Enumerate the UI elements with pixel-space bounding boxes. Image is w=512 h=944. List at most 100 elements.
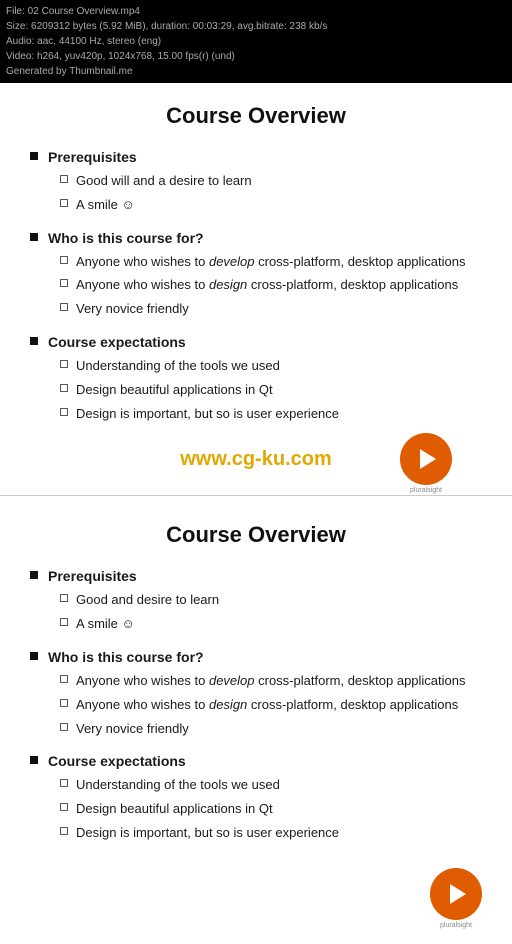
section-who-2: Who is this course for? Anyone who wishe… — [30, 649, 482, 739]
expectations-2-items: Understanding of the tools we used Desig… — [30, 775, 482, 843]
bullet-square-icon — [30, 652, 38, 660]
list-item: Very novice friendly — [60, 299, 482, 320]
list-item: A smile ☺ — [60, 195, 482, 216]
prerequisites-1-items: Good will and a desire to learn A smile … — [30, 171, 482, 216]
sub-bullet-icon — [60, 723, 68, 731]
sub-bullet-icon — [60, 675, 68, 683]
list-item: A smile ☺ — [60, 614, 482, 635]
play-triangle-icon — [420, 449, 436, 469]
section-expectations-1-header: Course expectations — [30, 334, 482, 350]
panel-divider — [0, 495, 512, 496]
list-item: Design beautiful applications in Qt — [60, 380, 482, 401]
bullet-square-icon — [30, 756, 38, 764]
who-2-item-1: Anyone who wishes to develop cross-platf… — [76, 671, 466, 692]
list-item: Anyone who wishes to develop cross-platf… — [60, 671, 482, 692]
expect-1-item-2: Design beautiful applications in Qt — [76, 380, 273, 401]
play-button-icon — [400, 433, 452, 485]
sub-bullet-icon — [60, 408, 68, 416]
logo-section-2: pluralsight — [30, 858, 482, 934]
list-item: Very novice friendly — [60, 719, 482, 740]
pluralsight-label-2: pluralsight — [430, 922, 482, 929]
list-item: Good and desire to learn — [60, 590, 482, 611]
bullet-square-icon — [30, 337, 38, 345]
who-1-item-1: Anyone who wishes to develop cross-platf… — [76, 252, 466, 273]
sub-bullet-icon — [60, 256, 68, 264]
who-1-item-3: Very novice friendly — [76, 299, 189, 320]
expect-1-item-1: Understanding of the tools we used — [76, 356, 280, 377]
section-expectations-1: Course expectations Understanding of the… — [30, 334, 482, 424]
sub-bullet-icon — [60, 279, 68, 287]
section-prerequisites-2-header: Prerequisites — [30, 568, 482, 584]
who-1-item-2: Anyone who wishes to design cross-platfo… — [76, 275, 458, 296]
section-who-2-header: Who is this course for? — [30, 649, 482, 665]
panel-2-title: Course Overview — [30, 522, 482, 548]
bullet-square-icon — [30, 571, 38, 579]
who-1-items: Anyone who wishes to develop cross-platf… — [30, 252, 482, 320]
prereq-2-item-1: Good and desire to learn — [76, 590, 219, 611]
pluralsight-logo-2: pluralsight — [430, 868, 482, 929]
panel-1: Course Overview Prerequisites Good will … — [0, 83, 512, 489]
sub-bullet-icon — [60, 199, 68, 207]
who-2-items: Anyone who wishes to develop cross-platf… — [30, 671, 482, 739]
section-prerequisites-2-title: Prerequisites — [48, 568, 137, 584]
expect-2-item-1: Understanding of the tools we used — [76, 775, 280, 796]
section-expectations-1-title: Course expectations — [48, 334, 186, 350]
list-item: Good will and a desire to learn — [60, 171, 482, 192]
info-line3: Audio: aac, 44100 Hz, stereo (eng) — [6, 34, 506, 49]
info-line4: Video: h264, yuv420p, 1024x768, 15.00 fp… — [6, 49, 506, 64]
who-2-item-3: Very novice friendly — [76, 719, 189, 740]
list-item: Design is important, but so is user expe… — [60, 404, 482, 425]
prereq-1-item-1: Good will and a desire to learn — [76, 171, 252, 192]
section-expectations-2-title: Course expectations — [48, 753, 186, 769]
pluralsight-label-1: pluralsight — [400, 487, 452, 494]
sub-bullet-icon — [60, 360, 68, 368]
expectations-1-items: Understanding of the tools we used Desig… — [30, 356, 482, 424]
section-who-1-header: Who is this course for? — [30, 230, 482, 246]
section-who-1-title: Who is this course for? — [48, 230, 204, 246]
section-prerequisites-1: Prerequisites Good will and a desire to … — [30, 149, 482, 216]
list-item: Design beautiful applications in Qt — [60, 799, 482, 820]
play-button-icon-2 — [430, 868, 482, 920]
sub-bullet-icon — [60, 827, 68, 835]
who-2-item-2: Anyone who wishes to design cross-platfo… — [76, 695, 458, 716]
prereq-2-item-2: A smile ☺ — [76, 614, 135, 635]
sub-bullet-icon — [60, 594, 68, 602]
list-item: Anyone who wishes to develop cross-platf… — [60, 252, 482, 273]
panel-1-title: Course Overview — [30, 103, 482, 129]
watermark-text-1: www.cg-ku.com — [180, 448, 332, 470]
expect-1-item-3: Design is important, but so is user expe… — [76, 404, 339, 425]
pluralsight-logo-1: pluralsight — [400, 433, 452, 485]
info-line1: File: 02 Course Overview.mp4 — [6, 4, 506, 19]
list-item: Understanding of the tools we used — [60, 775, 482, 796]
section-who-1: Who is this course for? Anyone who wishe… — [30, 230, 482, 320]
bullet-square-icon — [30, 152, 38, 160]
info-bar: File: 02 Course Overview.mp4 Size: 62093… — [0, 0, 512, 83]
section-prerequisites-2: Prerequisites Good and desire to learn A… — [30, 568, 482, 635]
section-prerequisites-1-header: Prerequisites — [30, 149, 482, 165]
section-prerequisites-1-title: Prerequisites — [48, 149, 137, 165]
play-triangle-icon-2 — [450, 884, 466, 904]
panel-2: Course Overview Prerequisites Good and d… — [0, 502, 512, 943]
sub-bullet-icon — [60, 618, 68, 626]
sub-bullet-icon — [60, 303, 68, 311]
section-expectations-2: Course expectations Understanding of the… — [30, 753, 482, 843]
expect-2-item-3: Design is important, but so is user expe… — [76, 823, 339, 844]
sub-bullet-icon — [60, 803, 68, 811]
list-item: Anyone who wishes to design cross-platfo… — [60, 275, 482, 296]
bullet-square-icon — [30, 233, 38, 241]
sub-bullet-icon — [60, 384, 68, 392]
prerequisites-2-items: Good and desire to learn A smile ☺ — [30, 590, 482, 635]
section-who-2-title: Who is this course for? — [48, 649, 204, 665]
watermark-section-1: www.cg-ku.com pluralsight — [30, 438, 482, 479]
list-item: Design is important, but so is user expe… — [60, 823, 482, 844]
list-item: Understanding of the tools we used — [60, 356, 482, 377]
sub-bullet-icon — [60, 779, 68, 787]
sub-bullet-icon — [60, 699, 68, 707]
info-line5: Generated by Thumbnail.me — [6, 64, 506, 79]
section-expectations-2-header: Course expectations — [30, 753, 482, 769]
expect-2-item-2: Design beautiful applications in Qt — [76, 799, 273, 820]
sub-bullet-icon — [60, 175, 68, 183]
info-line2: Size: 6209312 bytes (5.92 MiB), duration… — [6, 19, 506, 34]
list-item: Anyone who wishes to design cross-platfo… — [60, 695, 482, 716]
prereq-1-item-2: A smile ☺ — [76, 195, 135, 216]
